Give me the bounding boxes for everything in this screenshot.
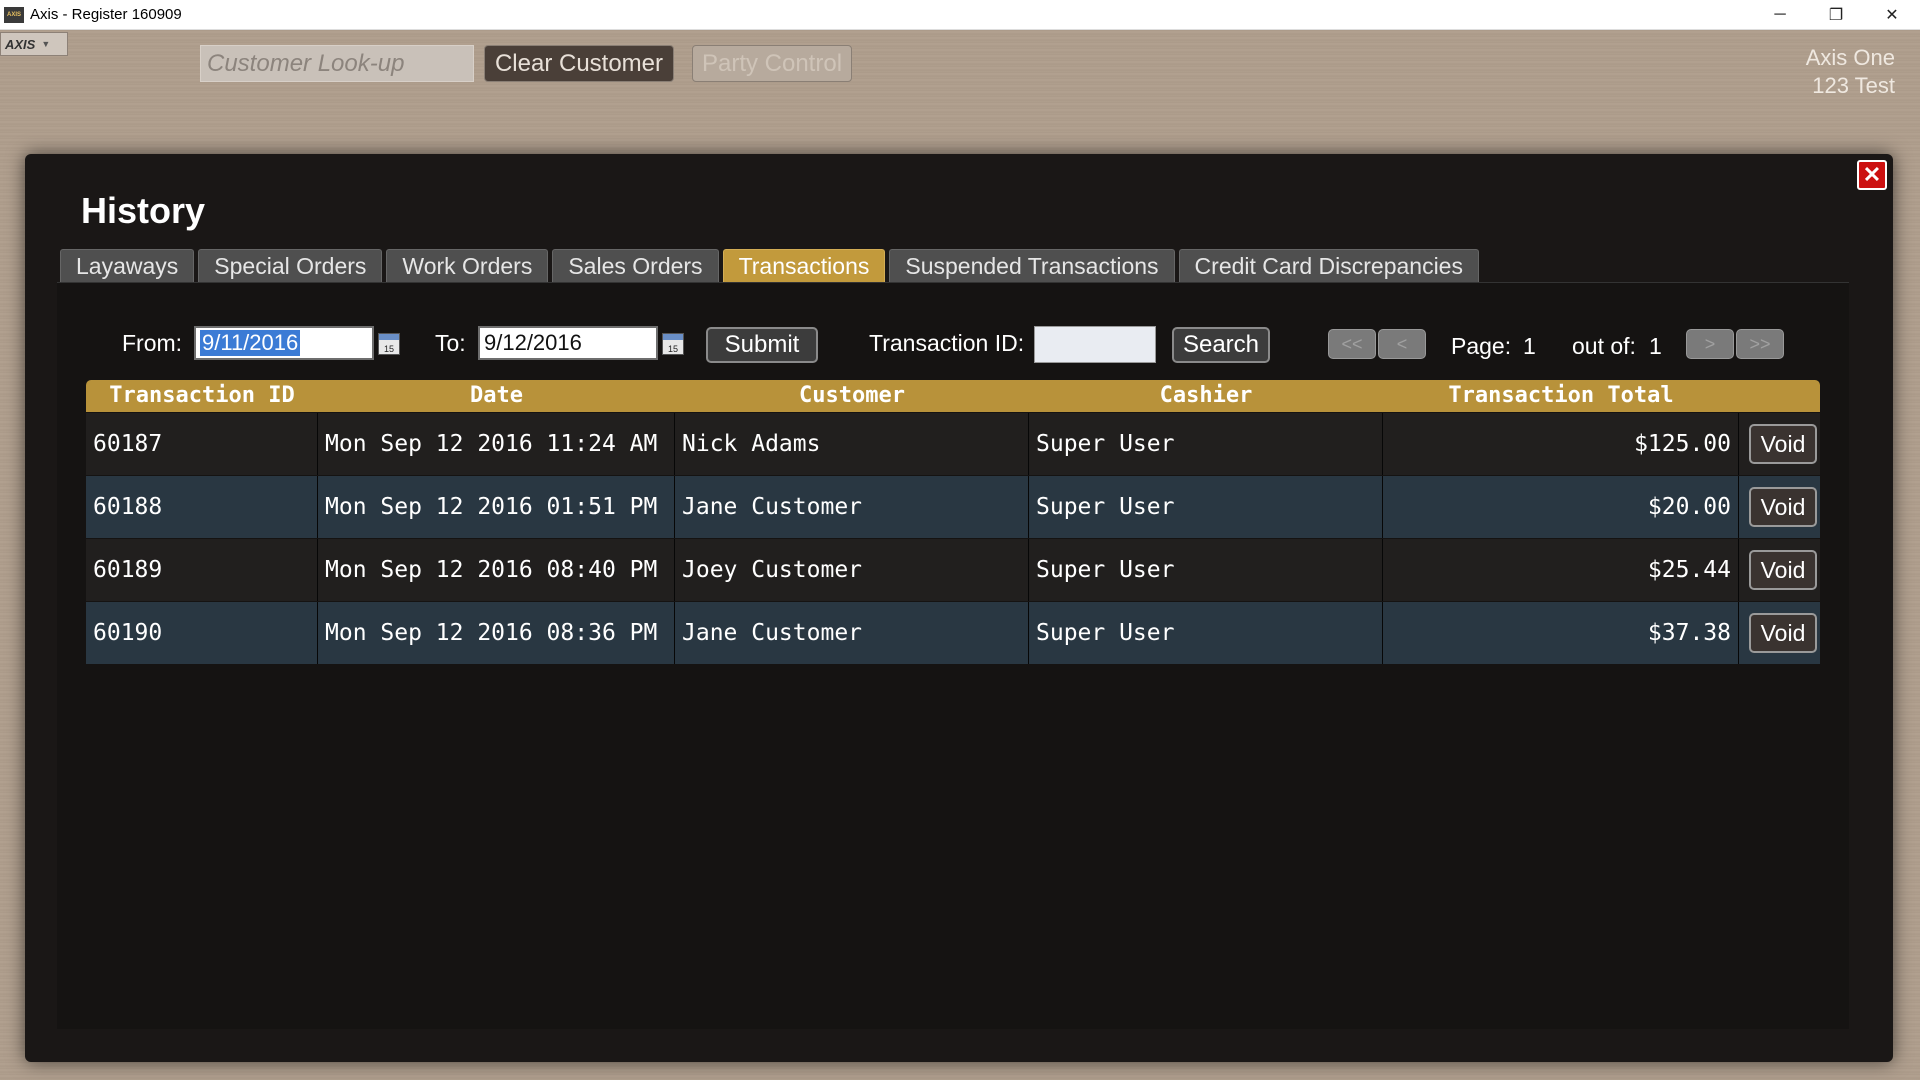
submit-button[interactable]: Submit [706, 327, 818, 363]
to-label: To: [435, 330, 466, 356]
cell-date: Mon Sep 12 2016 11:24 AM [318, 413, 675, 475]
next-page-button[interactable]: > [1686, 329, 1734, 359]
axis-menu-label: AXIS [5, 36, 36, 52]
total-pages: 1 [1649, 333, 1662, 359]
window-controls: ─ ❐ ✕ [1752, 0, 1920, 30]
to-date-value: 9/12/2016 [484, 330, 582, 355]
from-date-value: 9/11/2016 [200, 330, 301, 356]
cell-customer: Jane Customer [675, 476, 1029, 538]
column-header-actions [1739, 380, 1820, 412]
cell-total: $125.00 [1383, 413, 1739, 475]
tab-suspended-transactions[interactable]: Suspended Transactions [889, 249, 1175, 282]
page-number: 1 [1523, 333, 1536, 359]
void-button[interactable]: Void [1749, 424, 1817, 464]
history-tabs: Layaways Special Orders Work Orders Sale… [60, 249, 1483, 282]
calendar-icon[interactable]: 15 [662, 333, 684, 355]
window-titlebar: AXIS Axis - Register 160909 ─ ❐ ✕ [0, 0, 1920, 30]
column-header-transaction-id[interactable]: Transaction ID [86, 380, 318, 412]
cell-actions: Void [1739, 539, 1820, 601]
first-page-button[interactable]: << [1328, 329, 1376, 359]
cell-transaction-id: 60189 [86, 539, 318, 601]
table-row[interactable]: 60188 Mon Sep 12 2016 01:51 PM Jane Cust… [86, 476, 1820, 538]
cell-cashier: Super User [1029, 539, 1383, 601]
tab-transactions[interactable]: Transactions [722, 249, 886, 282]
cell-customer: Jane Customer [675, 602, 1029, 664]
column-header-cashier[interactable]: Cashier [1029, 380, 1383, 412]
tab-layaways[interactable]: Layaways [60, 249, 195, 282]
cell-transaction-id: 60190 [86, 602, 318, 664]
chevron-down-icon: ▼ [41, 39, 51, 49]
out-of-label: out of: [1572, 333, 1636, 359]
store-subtitle: 123 Test [1812, 73, 1895, 98]
minimize-icon[interactable]: ─ [1752, 0, 1808, 30]
cell-actions: Void [1739, 413, 1820, 475]
cell-date: Mon Sep 12 2016 01:51 PM [318, 476, 675, 538]
cell-cashier: Super User [1029, 413, 1383, 475]
modal-title: History [81, 190, 206, 231]
column-header-transaction-total[interactable]: Transaction Total [1383, 380, 1739, 412]
prev-page-button[interactable]: < [1378, 329, 1426, 359]
tab-credit-card-discrepancies[interactable]: Credit Card Discrepancies [1178, 249, 1479, 282]
void-button[interactable]: Void [1749, 487, 1817, 527]
cell-cashier: Super User [1029, 476, 1383, 538]
table-header: Transaction ID Date Customer Cashier Tra… [86, 380, 1820, 412]
column-header-customer[interactable]: Customer [675, 380, 1029, 412]
party-control-button[interactable]: Party Control [692, 45, 852, 82]
cell-total: $20.00 [1383, 476, 1739, 538]
tab-work-orders[interactable]: Work Orders [386, 249, 549, 282]
cell-total: $37.38 [1383, 602, 1739, 664]
void-button[interactable]: Void [1749, 550, 1817, 590]
table-row[interactable]: 60189 Mon Sep 12 2016 08:40 PM Joey Cust… [86, 539, 1820, 601]
cell-transaction-id: 60187 [86, 413, 318, 475]
void-button[interactable]: Void [1749, 613, 1817, 653]
calendar-icon[interactable]: 15 [378, 333, 400, 355]
tab-sales-orders[interactable]: Sales Orders [552, 249, 719, 282]
cell-cashier: Super User [1029, 602, 1383, 664]
last-page-button[interactable]: >> [1736, 329, 1784, 359]
clear-customer-button[interactable]: Clear Customer [484, 45, 674, 82]
cell-actions: Void [1739, 476, 1820, 538]
from-date-input[interactable]: 9/11/2016 [194, 326, 374, 360]
window-title: Axis - Register 160909 [30, 6, 182, 23]
tab-special-orders[interactable]: Special Orders [198, 249, 383, 282]
cell-date: Mon Sep 12 2016 08:40 PM [318, 539, 675, 601]
close-window-icon[interactable]: ✕ [1864, 0, 1920, 30]
to-date-input[interactable]: 9/12/2016 [478, 326, 658, 360]
cell-customer: Joey Customer [675, 539, 1029, 601]
store-info: Axis One 123 Test [1806, 44, 1895, 100]
cell-actions: Void [1739, 602, 1820, 664]
customer-lookup-input[interactable]: Customer Look-up [200, 45, 474, 82]
restore-icon[interactable]: ❐ [1808, 0, 1864, 30]
table-row[interactable]: 60187 Mon Sep 12 2016 11:24 AM Nick Adam… [86, 413, 1820, 475]
search-button[interactable]: Search [1172, 327, 1270, 363]
from-label: From: [122, 330, 183, 356]
cell-transaction-id: 60188 [86, 476, 318, 538]
axis-menu-button[interactable]: AXIS ▼ [0, 32, 68, 56]
cell-total: $25.44 [1383, 539, 1739, 601]
column-header-date[interactable]: Date [318, 380, 675, 412]
close-icon[interactable]: ✕ [1857, 160, 1887, 190]
page-label: Page: [1451, 333, 1512, 359]
store-name: Axis One [1805, 45, 1895, 70]
transaction-id-input[interactable] [1034, 326, 1156, 363]
transaction-id-label: Transaction ID: [869, 330, 1025, 356]
cell-date: Mon Sep 12 2016 08:36 PM [318, 602, 675, 664]
table-row[interactable]: 60190 Mon Sep 12 2016 08:36 PM Jane Cust… [86, 602, 1820, 664]
app-logo-icon: AXIS [4, 6, 24, 23]
cell-customer: Nick Adams [675, 413, 1029, 475]
